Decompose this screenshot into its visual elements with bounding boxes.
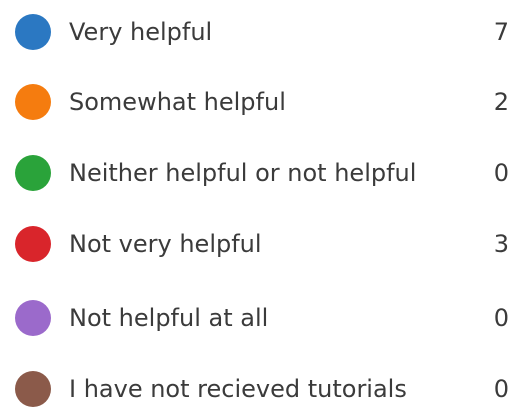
color-dot-icon bbox=[15, 155, 51, 191]
legend-count: 7 bbox=[493, 18, 509, 46]
color-dot-icon bbox=[15, 14, 51, 50]
legend-label: I have not recieved tutorials bbox=[69, 375, 407, 403]
legend-label: Somewhat helpful bbox=[69, 88, 286, 116]
legend-item-somewhat-helpful: Somewhat helpful 2 bbox=[0, 80, 519, 124]
legend-item-very-helpful: Very helpful 7 bbox=[0, 10, 519, 54]
legend-count: 3 bbox=[493, 230, 509, 258]
legend-item-not-very-helpful: Not very helpful 3 bbox=[0, 222, 519, 266]
legend-label: Not helpful at all bbox=[69, 304, 269, 332]
legend-item-no-tutorials: I have not recieved tutorials 0 bbox=[0, 367, 519, 411]
legend-label: Neither helpful or not helpful bbox=[69, 159, 417, 187]
legend-count: 0 bbox=[493, 304, 509, 332]
legend-label: Very helpful bbox=[69, 18, 213, 46]
color-dot-icon bbox=[15, 226, 51, 262]
legend-count: 0 bbox=[493, 375, 509, 403]
legend-label: Not very helpful bbox=[69, 230, 262, 258]
legend-item-not-helpful-at-all: Not helpful at all 0 bbox=[0, 296, 519, 340]
response-legend: Very helpful 7 Somewhat helpful 2 Neithe… bbox=[0, 0, 519, 407]
legend-count: 2 bbox=[493, 88, 509, 116]
color-dot-icon bbox=[15, 84, 51, 120]
legend-item-neither-helpful: Neither helpful or not helpful 0 bbox=[0, 151, 519, 195]
color-dot-icon bbox=[15, 371, 51, 407]
legend-count: 0 bbox=[493, 159, 509, 187]
color-dot-icon bbox=[15, 300, 51, 336]
